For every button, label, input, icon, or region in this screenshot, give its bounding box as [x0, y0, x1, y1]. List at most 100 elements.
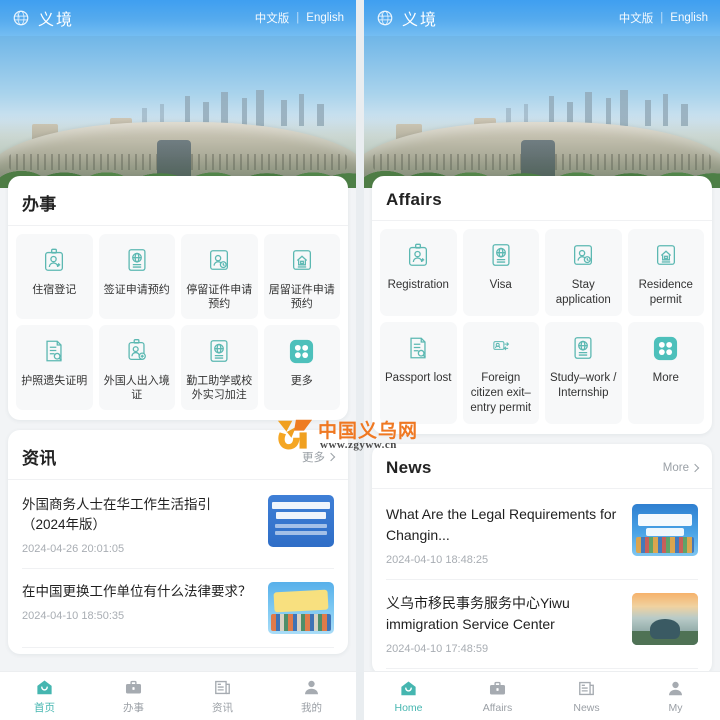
- divider: [372, 488, 712, 489]
- tab-home[interactable]: 首页: [0, 677, 89, 715]
- briefcase-icon: [488, 679, 507, 699]
- news-item-title: 外国商务人士在华工作生活指引 （2024年版）: [22, 497, 211, 532]
- news-item-title: What Are the Legal Requirements for Chan…: [386, 506, 617, 543]
- affairs-tile-passport-lost[interactable]: 护照遗失证明: [16, 325, 93, 410]
- affairs-tile-label: Residence permit: [638, 279, 693, 306]
- id-badge-person-icon: [41, 246, 67, 274]
- affairs-tile-passport-lost[interactable]: Passport lost: [380, 322, 457, 424]
- hero-banner-image: [364, 36, 720, 188]
- grid-more-icon: [652, 334, 679, 362]
- panel-chinese: 义境 中文版 | English 办事 住宿登记 签证申请预约 停留证件申请预约…: [0, 0, 356, 720]
- affairs-card-header: Affairs: [372, 176, 712, 220]
- affairs-tile-exit-entry-permit[interactable]: 外国人出入境证: [98, 325, 175, 410]
- divider: [372, 220, 712, 221]
- affairs-tile-residence-permit[interactable]: Residence permit: [627, 229, 704, 316]
- tab-news[interactable]: News: [542, 679, 631, 714]
- chevron-right-icon: [690, 463, 700, 473]
- passport-globe-icon: [206, 337, 232, 365]
- news-card: 资讯 更多 外国商务人士在华工作生活指引 （2024年版） 2024-04-26…: [8, 430, 348, 654]
- news-list-item[interactable]: What Are the Legal Requirements for Chan…: [386, 491, 698, 579]
- briefcase-icon: [124, 677, 143, 697]
- affairs-grid: 住宿登记 签证申请预约 停留证件申请预约 居留证件申请预约 护照遗失证明 外国人…: [8, 228, 348, 420]
- lang-separator: |: [296, 12, 300, 24]
- brand: 义境: [376, 6, 438, 30]
- tab-label: 资讯: [212, 702, 233, 714]
- passport-globe-icon: [124, 246, 150, 274]
- news-list: 外国商务人士在华工作生活指引 （2024年版） 2024-04-26 20:01…: [8, 482, 348, 654]
- affairs-tile-label: Registration: [387, 279, 449, 291]
- affairs-card: Affairs Registration Visa Stay applicati…: [372, 176, 712, 434]
- news-list-item[interactable]: 外国商务人士在华工作生活指引 （2024年版） 2024-04-26 20:01…: [22, 482, 334, 568]
- news-list-item[interactable]: 义乌市移民事务服务中心Yiwu immigration Service Cent…: [386, 579, 698, 668]
- affairs-tile-lodging-registration[interactable]: 住宿登记: [16, 234, 93, 319]
- affairs-tile-more[interactable]: More: [627, 322, 704, 424]
- affairs-tile-study-work-internship[interactable]: Study–work / Internship: [545, 322, 622, 424]
- app-screenshot: 义境 中文版 | English 办事 住宿登记 签证申请预约 停留证件申请预约…: [0, 0, 720, 720]
- lang-chinese-option[interactable]: 中文版: [255, 10, 290, 26]
- tab-label: 我的: [301, 702, 322, 714]
- chevron-right-icon: [326, 452, 336, 461]
- person-icon: [302, 677, 321, 697]
- home-icon: [399, 679, 418, 699]
- affairs-tile-more[interactable]: 更多: [263, 325, 340, 410]
- news-card: News More What Are the Legal Requirement…: [372, 444, 712, 675]
- tab-my[interactable]: 我的: [267, 677, 356, 715]
- news-more-button[interactable]: 更多: [302, 449, 336, 465]
- news-list: What Are the Legal Requirements for Chan…: [372, 491, 712, 675]
- brand: 义境: [12, 6, 74, 30]
- affairs-tile-residence-permit[interactable]: 居留证件申请预约: [263, 234, 340, 319]
- news-item-title: 义乌市移民事务服务中心Yiwu immigration Service Cent…: [386, 595, 570, 632]
- id-card-plus-icon: [124, 337, 150, 365]
- news-card-header: News More: [372, 444, 712, 488]
- document-search-icon: [405, 334, 431, 362]
- affairs-tile-label: Foreign citizen exit–entry permit: [470, 372, 532, 414]
- home-certificate-icon: [653, 241, 679, 269]
- news-title: 资讯: [22, 449, 57, 468]
- divider: [8, 479, 348, 480]
- tab-label: Affairs: [482, 701, 513, 714]
- affairs-tile-study-work-internship[interactable]: 勤工助学或校外实习加注: [181, 325, 258, 410]
- affairs-tile-stay-application[interactable]: 停留证件申请预约: [181, 234, 258, 319]
- news-item-thumbnail: [268, 582, 334, 634]
- affairs-tile-label: 签证申请预约: [103, 284, 170, 296]
- affairs-tile-label: 住宿登记: [32, 284, 77, 296]
- tab-home[interactable]: Home: [364, 679, 453, 714]
- affairs-tile-label: More: [652, 372, 679, 384]
- affairs-card-header: 办事: [8, 176, 348, 225]
- grid-more-icon: [288, 337, 315, 365]
- app-header: 义境 中文版 | English: [0, 0, 356, 36]
- id-card-clock-icon: [206, 246, 232, 274]
- news-list-item[interactable]: 在中国更换工作单位有什么法律要求？ 2024-04-10 18:50:35: [22, 568, 334, 647]
- tab-label: Home: [394, 701, 423, 714]
- language-switch[interactable]: 中文版 | English: [255, 10, 344, 26]
- affairs-tile-exit-entry-permit[interactable]: Foreign citizen exit–entry permit: [462, 322, 539, 424]
- newspaper-icon: [577, 679, 596, 699]
- affairs-tile-label: 外国人出入境证: [103, 375, 170, 401]
- affairs-tile-stay-application[interactable]: Stay application: [545, 229, 622, 316]
- app-title: 义境: [38, 12, 75, 29]
- affairs-tile-label: 更多: [290, 375, 313, 387]
- affairs-tile-label: Study–work / Internship: [550, 372, 617, 399]
- tab-label: News: [573, 701, 600, 714]
- lang-chinese-option[interactable]: 中文版: [619, 10, 654, 26]
- language-switch[interactable]: 中文版 | English: [619, 10, 708, 26]
- tab-label: 首页: [34, 702, 55, 714]
- news-card-header: 资讯 更多: [8, 430, 348, 479]
- news-more-button[interactable]: More: [662, 462, 700, 474]
- hero-banner-image: [0, 36, 356, 188]
- affairs-tile-visa[interactable]: Visa: [462, 229, 539, 316]
- tab-news[interactable]: 资讯: [178, 677, 267, 715]
- news-more-label: More: [662, 462, 689, 474]
- news-title: News: [386, 458, 432, 477]
- lang-english-option[interactable]: English: [306, 12, 344, 24]
- affairs-tile-registration[interactable]: Registration: [380, 229, 457, 316]
- tab-my[interactable]: My: [631, 679, 720, 714]
- news-list-item-partial[interactable]: [22, 647, 334, 654]
- affairs-tile-visa-appointment[interactable]: 签证申请预约: [98, 234, 175, 319]
- affairs-tile-label: 勤工助学或校外实习加注: [186, 375, 253, 401]
- lang-english-option[interactable]: English: [670, 12, 708, 24]
- person-icon: [666, 679, 685, 699]
- tab-affairs[interactable]: 办事: [89, 677, 178, 715]
- tab-affairs[interactable]: Affairs: [453, 679, 542, 714]
- exit-entry-permit-icon: [488, 334, 514, 362]
